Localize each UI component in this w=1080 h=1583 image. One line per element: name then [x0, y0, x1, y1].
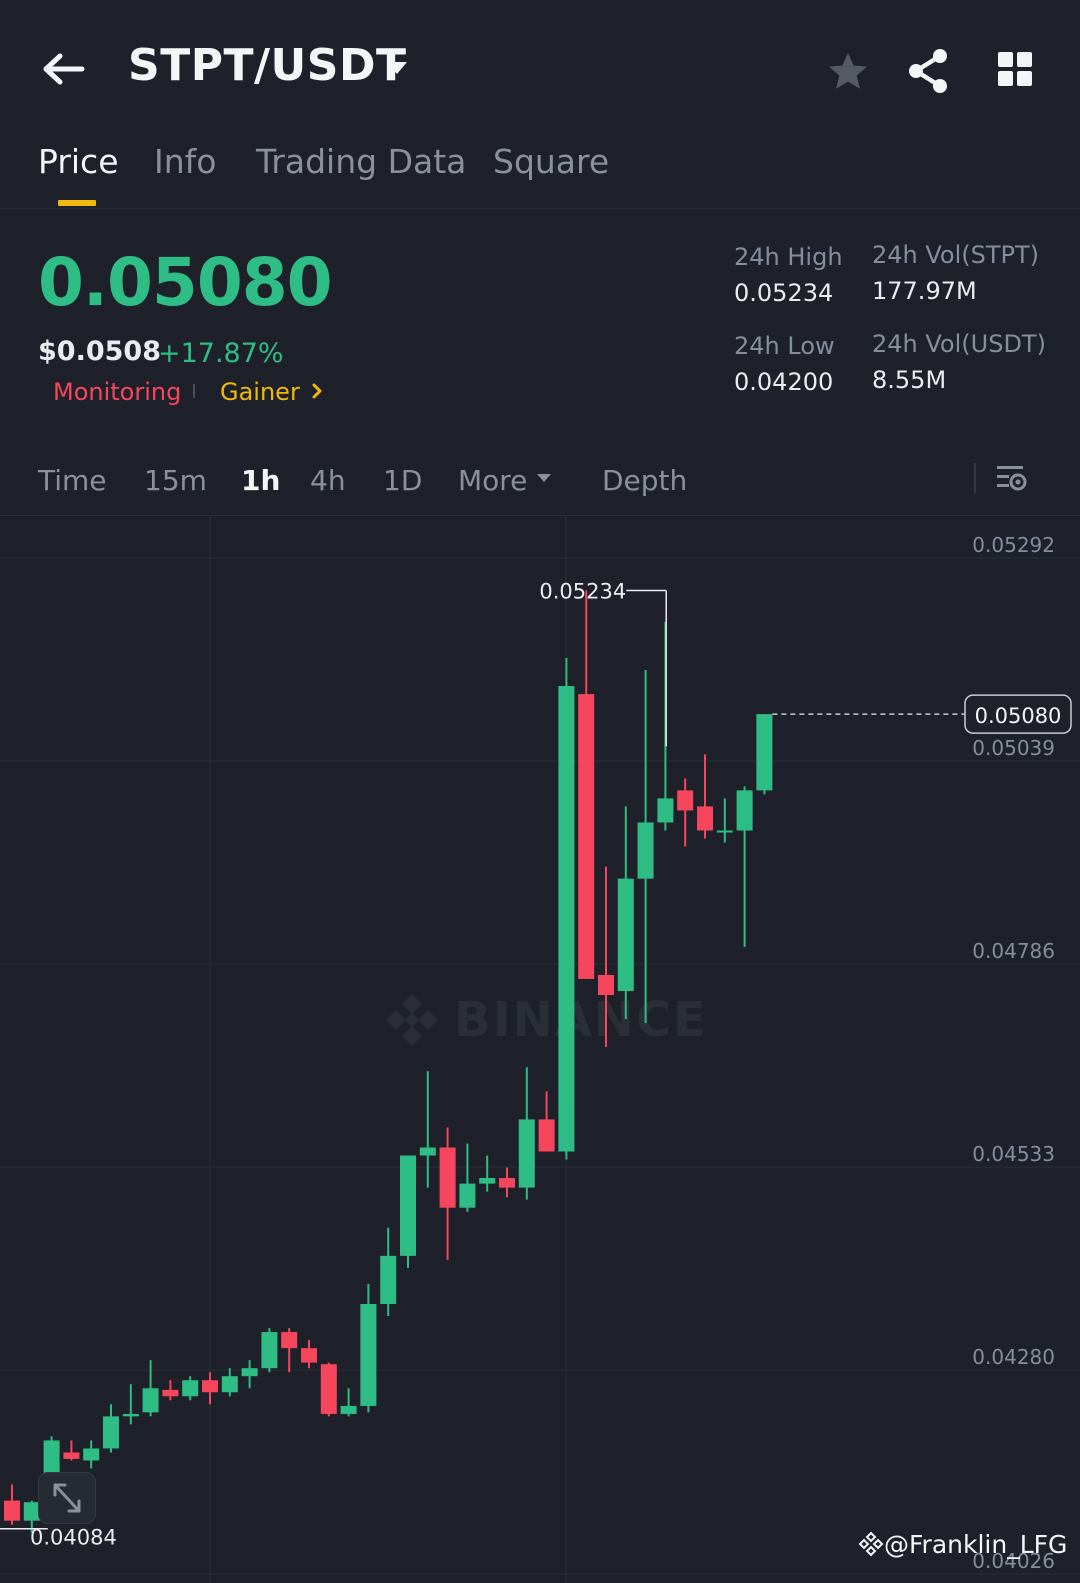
share-icon[interactable] [906, 48, 952, 94]
tab-price[interactable]: Price [38, 142, 119, 181]
candle-body [4, 1500, 20, 1521]
y-axis-tick-label: 0.04533 [972, 1142, 1055, 1166]
gainer-tag[interactable]: Gainer [220, 378, 300, 406]
candlestick-chart[interactable]: 0.05292 0.05039 0.04786 0.04533 0.04280 0.040… [0, 516, 1080, 1583]
candle-body [221, 1376, 238, 1393]
price-change-percent: +17.87% [158, 338, 284, 369]
watermark-credit: @Franklin_LFG [858, 1530, 1067, 1559]
star-icon[interactable] [826, 50, 870, 94]
candle-body [122, 1413, 139, 1417]
vol-quote-value: 8.55M [872, 366, 947, 394]
credit-handle: @Franklin_LFG [884, 1530, 1068, 1559]
low-24h-label: 24h Low [734, 332, 835, 360]
binance-logo-icon [858, 1531, 884, 1557]
caret-down-icon[interactable] [386, 60, 408, 76]
candle-body [182, 1380, 199, 1397]
candle-body [697, 806, 713, 831]
depth-tab[interactable]: Depth [602, 464, 687, 497]
tab-square[interactable]: Square [493, 142, 609, 181]
interval-more[interactable]: More [458, 464, 527, 497]
interval-time[interactable]: Time [38, 464, 107, 497]
candle-body [340, 1405, 357, 1414]
candle-body [261, 1332, 278, 1369]
candle-body [479, 1177, 496, 1184]
candle-body [241, 1368, 258, 1377]
tab-trading-data[interactable]: Trading Data [256, 142, 466, 181]
candle-body [558, 686, 575, 1152]
tag-separator [193, 384, 195, 398]
pair-title[interactable]: STPT/USDT [128, 40, 407, 91]
chart-settings-icon[interactable] [994, 460, 1030, 496]
candle-body [320, 1364, 337, 1414]
high-24h-value: 0.05234 [734, 279, 834, 307]
interval-4h[interactable]: 4h [310, 464, 346, 497]
candle-body [439, 1147, 456, 1208]
candle-body [736, 790, 753, 831]
candle-body [518, 1119, 535, 1188]
candle-body [202, 1380, 218, 1393]
low-marker-label: 0.04084 [30, 1526, 117, 1550]
back-arrow-icon[interactable] [38, 46, 88, 92]
interval-1d[interactable]: 1D [383, 464, 422, 497]
vol-base-value: 177.97M [872, 277, 977, 305]
divider [0, 208, 1080, 209]
interval-15m[interactable]: 15m [144, 464, 207, 497]
candle-body [499, 1177, 515, 1188]
y-axis-tick-label: 0.04280 [972, 1345, 1055, 1369]
low-24h-value: 0.04200 [734, 368, 834, 396]
candle-body [380, 1255, 397, 1304]
toolbar-separator [974, 463, 976, 493]
candle-body [360, 1303, 377, 1406]
y-axis-tick-label: 0.05039 [972, 736, 1055, 760]
high-24h-label: 24h High [734, 243, 843, 271]
candle-body [677, 790, 694, 811]
y-axis-tick-label: 0.04786 [972, 939, 1055, 963]
last-price-label: 0.05080 [975, 704, 1062, 728]
candle-body [637, 822, 654, 879]
vol-base-label: 24h Vol(STPT) [872, 241, 1040, 269]
candle-body [63, 1452, 80, 1459]
candle-body [578, 694, 595, 979]
candle-body [716, 830, 733, 833]
candle-body [281, 1332, 298, 1349]
expand-chart-icon[interactable] [38, 1472, 96, 1524]
candle-body [756, 714, 773, 791]
candle-body [598, 974, 614, 996]
candle-body [301, 1348, 317, 1363]
candle-body [657, 798, 674, 823]
last-price: 0.05080 [38, 244, 333, 321]
candle-body [103, 1416, 119, 1449]
candle-body [617, 878, 634, 992]
candle-body [400, 1155, 416, 1256]
usd-price: $0.0508 [38, 336, 161, 367]
candle-body [162, 1389, 179, 1397]
high-marker-label: 0.05234 [539, 580, 626, 604]
chevron-right-icon[interactable] [311, 383, 323, 399]
candle-body [538, 1119, 555, 1152]
candle-body [83, 1448, 100, 1461]
interval-1h[interactable]: 1h [241, 464, 280, 497]
monitoring-tag[interactable]: Monitoring [53, 378, 181, 406]
active-tab-indicator [58, 200, 96, 206]
candle-body [459, 1183, 476, 1208]
y-axis-tick-label: 0.05292 [972, 533, 1055, 557]
candle-body [419, 1147, 436, 1156]
caret-down-icon[interactable] [536, 472, 552, 484]
grid-icon[interactable] [996, 50, 1036, 90]
vol-quote-label: 24h Vol(USDT) [872, 330, 1046, 358]
tab-info[interactable]: Info [154, 142, 216, 181]
candle-body [142, 1388, 159, 1413]
